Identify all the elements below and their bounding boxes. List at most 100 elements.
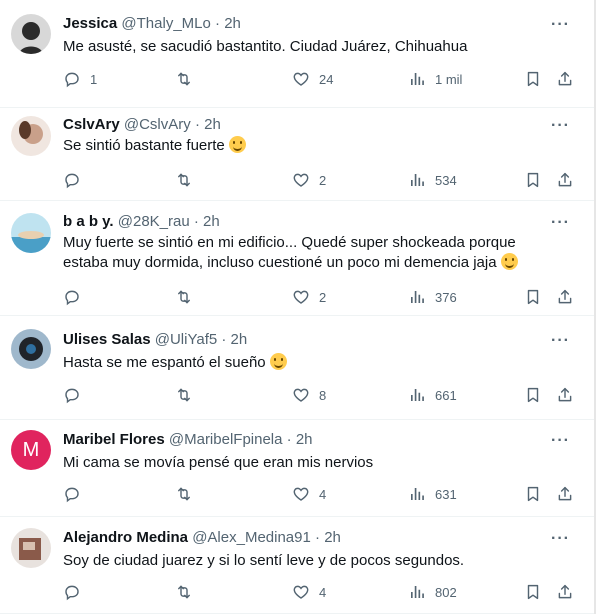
author-handle[interactable]: @Alex_Medina91 xyxy=(192,529,311,546)
avatar[interactable] xyxy=(11,329,51,369)
avatar[interactable]: M xyxy=(11,430,51,470)
more-icon[interactable]: ··· xyxy=(551,215,570,231)
like-button[interactable]: 2 xyxy=(292,287,326,307)
reply-button[interactable] xyxy=(63,385,90,405)
tweet-header: Maribel Flores @MaribelFpinela · 2h xyxy=(63,431,313,449)
views-button[interactable]: 802 xyxy=(408,582,457,602)
share-button[interactable] xyxy=(556,69,574,89)
like-button[interactable]: 24 xyxy=(292,69,333,89)
reply-tweet[interactable]: Alejandro Medina @Alex_Medina91 · 2h ··· S… xyxy=(0,517,594,614)
share-button[interactable] xyxy=(556,582,574,602)
reply-tweet[interactable]: b a b y. @28K_rau · 2h ··· Muy fuerte se s… xyxy=(0,201,594,316)
retweet-button[interactable] xyxy=(175,385,193,405)
more-icon[interactable]: ··· xyxy=(551,118,570,134)
tweet-actions: 8 661 xyxy=(63,385,575,405)
tweet-text: Mi cama se movía pensé que eran mis nerv… xyxy=(63,453,553,473)
tweet-text-content: Hasta se me espantó el sueño xyxy=(63,354,266,371)
bookmark-button[interactable] xyxy=(524,69,542,89)
separator-dot: · xyxy=(286,431,292,448)
heart-icon xyxy=(292,386,310,404)
retweet-button[interactable] xyxy=(175,170,193,190)
tweet-actions: 2 534 xyxy=(63,170,575,190)
reply-tweet[interactable]: Ulises Salas @UliYaf5 · 2h ··· Hasta se me… xyxy=(0,316,594,420)
bookmark-button[interactable] xyxy=(524,287,542,307)
tweet-header: Alejandro Medina @Alex_Medina91 · 2h xyxy=(63,529,341,547)
retweet-button[interactable] xyxy=(175,484,193,504)
views-icon xyxy=(408,583,426,601)
reply-button[interactable] xyxy=(63,484,90,504)
author-handle[interactable]: @CslvAry xyxy=(124,116,191,133)
like-button[interactable]: 4 xyxy=(292,582,326,602)
reply-button[interactable]: 1 xyxy=(63,69,97,89)
bookmark-button[interactable] xyxy=(524,170,542,190)
likes-count: 2 xyxy=(319,172,327,188)
emoji-icon xyxy=(269,353,287,370)
like-button[interactable]: 8 xyxy=(292,385,326,405)
views-button[interactable]: 1 mil xyxy=(408,69,462,89)
share-icon xyxy=(556,583,574,601)
author-name[interactable]: Jessica xyxy=(63,15,117,32)
retweet-button[interactable] xyxy=(175,69,193,89)
reply-tweet[interactable]: Jessica @Thaly_MLo · 2h ··· Me asusté, se … xyxy=(0,0,594,108)
views-count: 376 xyxy=(435,289,457,305)
share-icon xyxy=(556,386,574,404)
likes-count: 8 xyxy=(319,387,327,403)
retweet-button[interactable] xyxy=(175,582,193,602)
share-button[interactable] xyxy=(556,385,574,405)
timestamp[interactable]: 2h xyxy=(203,213,220,230)
share-button[interactable] xyxy=(556,287,574,307)
reply-button[interactable] xyxy=(63,170,90,190)
avatar[interactable] xyxy=(11,116,51,156)
avatar[interactable] xyxy=(11,528,51,568)
views-button[interactable]: 661 xyxy=(408,385,457,405)
share-button[interactable] xyxy=(556,170,574,190)
timestamp[interactable]: 2h xyxy=(296,431,313,448)
views-button[interactable]: 631 xyxy=(408,484,457,504)
timestamp[interactable]: 2h xyxy=(224,15,241,32)
author-name[interactable]: b a b y. xyxy=(63,213,114,230)
timestamp[interactable]: 2h xyxy=(324,529,341,546)
tweet-text-content: Mi cama se movía pensé que eran mis nerv… xyxy=(63,454,374,471)
reply-tweet[interactable]: CslvAry @CslvAry · 2h ··· Se sintió bastan… xyxy=(0,108,594,201)
views-icon xyxy=(408,70,426,88)
author-handle[interactable]: @MaribelFpinela xyxy=(169,431,283,448)
avatar[interactable] xyxy=(11,14,51,54)
bookmark-button[interactable] xyxy=(524,484,542,504)
views-button[interactable]: 534 xyxy=(408,170,457,190)
bookmark-button[interactable] xyxy=(524,385,542,405)
tweet-header: Jessica @Thaly_MLo · 2h xyxy=(63,15,241,33)
more-icon[interactable]: ··· xyxy=(551,333,570,349)
views-count: 1 mil xyxy=(435,71,463,87)
views-button[interactable]: 376 xyxy=(408,287,457,307)
more-icon[interactable]: ··· xyxy=(551,17,570,33)
author-name[interactable]: CslvAry xyxy=(63,116,120,133)
like-button[interactable]: 2 xyxy=(292,170,326,190)
more-icon[interactable]: ··· xyxy=(551,433,570,449)
retweet-icon xyxy=(175,386,193,404)
reply-tweet[interactable]: M Maribel Flores @MaribelFpinela · 2h ··· M… xyxy=(0,420,594,517)
retweet-button[interactable] xyxy=(175,287,193,307)
share-button[interactable] xyxy=(556,484,574,504)
reply-icon xyxy=(63,583,81,601)
author-name[interactable]: Alejandro Medina xyxy=(63,529,188,546)
avatar-initial: M xyxy=(22,438,40,461)
author-name[interactable]: Maribel Flores xyxy=(63,431,165,448)
timestamp[interactable]: 2h xyxy=(231,331,248,348)
author-handle[interactable]: @UliYaf5 xyxy=(155,331,217,348)
separator-dot: · xyxy=(193,213,199,230)
reply-button[interactable] xyxy=(63,582,90,602)
author-name[interactable]: Ulises Salas xyxy=(63,331,151,348)
bookmark-icon xyxy=(524,70,542,88)
reply-button[interactable] xyxy=(63,287,90,307)
like-button[interactable]: 4 xyxy=(292,484,326,504)
bookmark-button[interactable] xyxy=(524,582,542,602)
timestamp[interactable]: 2h xyxy=(204,116,221,133)
avatar[interactable] xyxy=(11,213,51,253)
heart-icon xyxy=(292,70,310,88)
tweet-text: Me asusté, se sacudió bastantito. Ciudad… xyxy=(63,37,553,57)
tweet-header: CslvAry @CslvAry · 2h xyxy=(63,116,221,134)
author-handle[interactable]: @28K_rau xyxy=(118,213,190,230)
more-icon[interactable]: ··· xyxy=(551,531,570,547)
author-handle[interactable]: @Thaly_MLo xyxy=(121,15,210,32)
bookmark-icon xyxy=(524,485,542,503)
